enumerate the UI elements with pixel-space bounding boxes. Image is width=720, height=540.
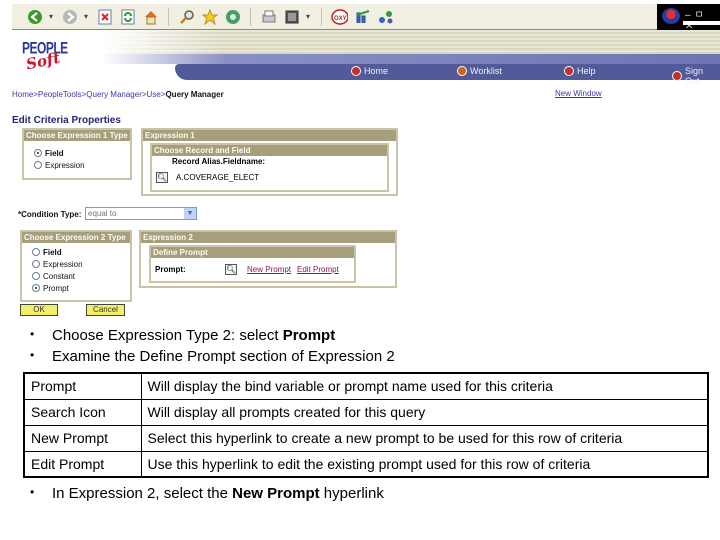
nav-home[interactable]: Home [351, 66, 388, 76]
group-title: Define Prompt [151, 247, 354, 258]
expr2-radio-constant[interactable]: Constant [32, 270, 130, 282]
term-cell: Search Icon [23, 398, 142, 426]
edit-icon[interactable] [283, 8, 300, 25]
radio-icon[interactable] [34, 161, 42, 169]
expr2-radio-prompt[interactable]: Prompt [32, 282, 130, 294]
refresh-icon[interactable] [119, 8, 136, 25]
svg-text:OXY: OXY [334, 16, 347, 22]
desc-cell: Will display the bind variable or prompt… [140, 372, 709, 400]
toolbar-separator [321, 7, 322, 26]
radio-selected-icon[interactable] [32, 284, 40, 292]
table-row: New Prompt Select this hyperlink to creat… [23, 424, 709, 452]
chart-icon[interactable] [354, 8, 371, 25]
title-bar-strip [683, 21, 720, 25]
radio-selected-icon[interactable] [34, 149, 42, 157]
home-icon[interactable] [142, 8, 159, 25]
expr1-group: Expression 1 Choose Record and Field Rec… [141, 128, 398, 196]
nav-worklist[interactable]: Worklist [457, 66, 502, 76]
window-buttons[interactable]: –ㅁ✕ [685, 6, 720, 32]
desc-cell: Use this hyperlink to edit the existing … [140, 450, 709, 478]
define-prompt-group: Define Prompt Prompt: 🔍︎ New Prompt Edit… [149, 245, 356, 283]
page-title: Edit Criteria Properties [12, 115, 121, 126]
table-row: Edit Prompt Use this hyperlink to edit th… [23, 450, 709, 478]
worklist-icon [457, 66, 467, 76]
expr1-type-group: Choose Expression 1 Type Field Expressio… [22, 128, 132, 180]
forward-dropdown-icon[interactable]: ▾ [84, 12, 90, 21]
header-band [102, 54, 720, 64]
condition-type-select[interactable]: equal to ▼ [85, 207, 197, 220]
peoplesoft-header: PEOPLE Soft Home Worklist Help Sign Out [12, 30, 720, 86]
oxy-icon[interactable]: OXY [331, 8, 348, 25]
breadcrumb-home[interactable]: Home [12, 90, 33, 99]
nav-help[interactable]: Help [564, 66, 596, 76]
field-value: A.COVERAGE_ELECT [176, 173, 260, 182]
header-nav: Home Worklist Help Sign Out [175, 64, 720, 86]
term-cell: New Prompt [23, 424, 142, 452]
expr2-radio-field[interactable]: Field [32, 246, 130, 258]
record-alias-label: Record Alias.Fieldname: [172, 157, 266, 166]
header-stripes [102, 30, 720, 54]
chevron-down-icon[interactable]: ▼ [184, 208, 196, 219]
peoplesoft-logo: PEOPLE Soft [22, 38, 68, 73]
breadcrumb-peopletools[interactable]: PeopleTools [38, 90, 82, 99]
expr2-group: Expression 2 Define Prompt Prompt: 🔍︎ Ne… [139, 230, 397, 288]
stop-icon[interactable] [96, 8, 113, 25]
media-icon[interactable] [224, 8, 241, 25]
radio-icon[interactable] [32, 272, 40, 280]
expr1-radio-expression[interactable]: Expression [34, 159, 130, 171]
edit-prompt-link[interactable]: Edit Prompt [297, 265, 339, 274]
condition-type-label: *Condition Type: [18, 210, 82, 219]
help-icon [564, 66, 574, 76]
expr1-radio-field[interactable]: Field [34, 147, 130, 159]
prompt-label: Prompt: [155, 265, 186, 274]
new-prompt-link[interactable]: New Prompt [247, 265, 291, 274]
print-icon[interactable] [260, 8, 277, 25]
forward-icon[interactable] [61, 8, 78, 25]
group-title: Choose Record and Field [152, 145, 387, 156]
toolbar-separator [250, 7, 251, 26]
ok-button[interactable]: OK [20, 304, 58, 316]
term-cell: Prompt [23, 372, 142, 400]
network-icon[interactable] [377, 8, 394, 25]
radio-icon[interactable] [32, 248, 40, 256]
nav-sign-out[interactable]: Sign Out [672, 66, 720, 86]
desc-cell: Select this hyperlink to create a new pr… [140, 424, 709, 452]
search-icon[interactable]: 🔍︎ [156, 172, 168, 183]
table-row: Prompt Will display the bind variable or … [23, 372, 709, 400]
desc-cell: Will display all prompts created for thi… [140, 398, 709, 426]
toolbar-separator [168, 7, 169, 26]
favorites-icon[interactable] [201, 8, 218, 25]
choose-record-field-group: Choose Record and Field Record Alias.Fie… [150, 143, 389, 192]
group-title: Choose Expression 1 Type [24, 130, 130, 141]
oxy-logo-icon [662, 8, 680, 24]
group-title: Expression 2 [141, 232, 395, 243]
bullet-item: • In Expression 2, select the New Prompt… [30, 485, 384, 502]
bullet-item: • Examine the Define Prompt section of E… [30, 348, 395, 365]
bullet-item: • Choose Expression Type 2: select Promp… [30, 327, 336, 344]
definition-table: Prompt Will display the bind variable or … [23, 372, 709, 478]
expr2-radio-expression[interactable]: Expression [32, 258, 130, 270]
home-icon [351, 66, 361, 76]
search-icon[interactable]: 🔍︎ [225, 264, 237, 275]
search-icon[interactable] [178, 8, 195, 25]
expr2-type-group: Choose Expression 2 Type Field Expressio… [20, 230, 132, 302]
browser-toolbar: ▾ ▾ ▾ OXY [12, 4, 657, 30]
cancel-button[interactable]: Cancel [86, 304, 125, 316]
back-dropdown-icon[interactable]: ▾ [49, 12, 55, 21]
back-icon[interactable] [26, 8, 43, 25]
group-title: Choose Expression 2 Type [22, 232, 130, 243]
table-row: Search Icon Will display all prompts crea… [23, 398, 709, 426]
breadcrumb: Home>PeopleTools>Query Manager>Use>Query… [12, 90, 224, 99]
group-title: Expression 1 [143, 130, 396, 141]
window-controls: –ㅁ✕ [657, 4, 720, 32]
breadcrumb-use[interactable]: Use [147, 90, 161, 99]
breadcrumb-current: Query Manager [165, 90, 224, 99]
breadcrumb-query-manager[interactable]: Query Manager [86, 90, 142, 99]
new-window-link[interactable]: New Window [555, 89, 602, 98]
sign-out-icon [672, 71, 682, 81]
radio-icon[interactable] [32, 260, 40, 268]
edit-dropdown-icon[interactable]: ▾ [306, 12, 312, 21]
term-cell: Edit Prompt [23, 450, 142, 478]
